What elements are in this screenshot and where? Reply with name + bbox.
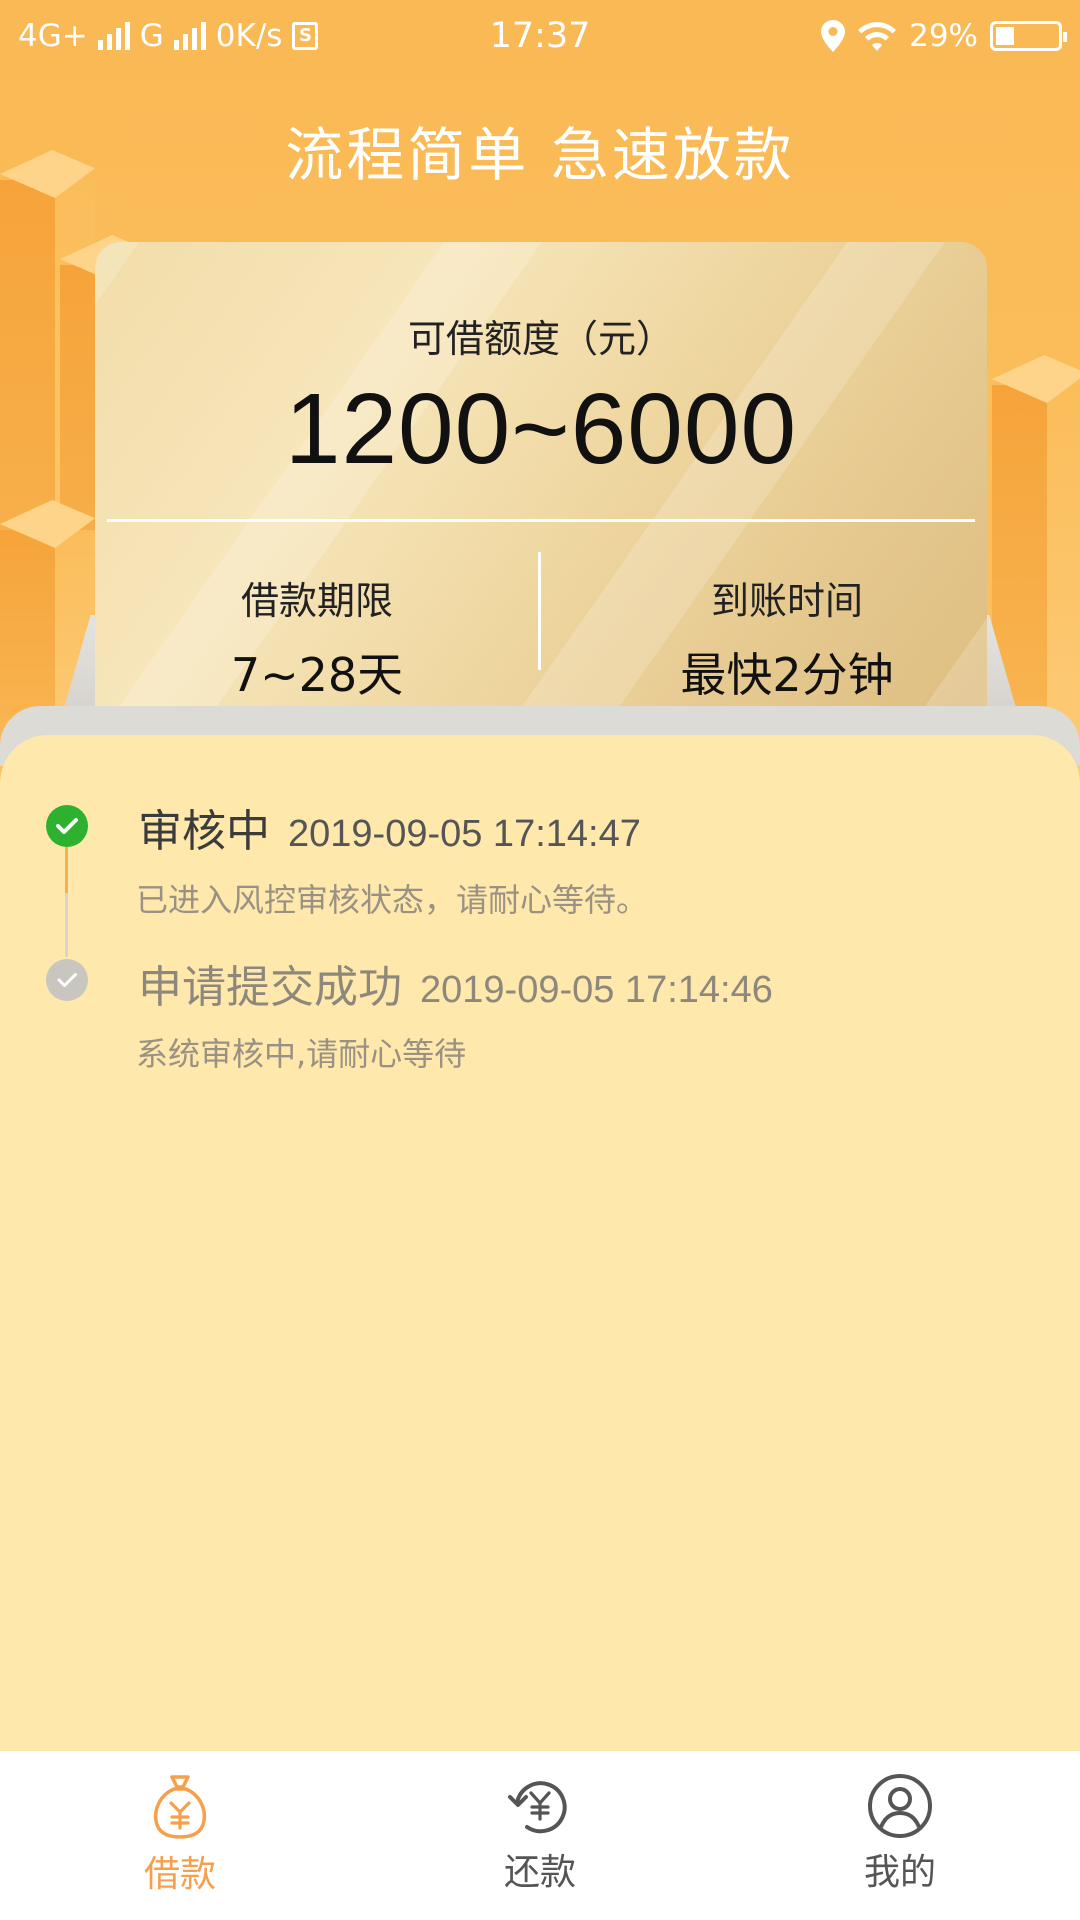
status-bar: 4G+ G 0K/s S 17:37 29% xyxy=(0,0,1080,72)
check-icon xyxy=(46,805,88,847)
status-sheet: 审核中 2019-09-05 17:14:47 已进入风控审核状态，请耐心等待。… xyxy=(0,735,1080,1751)
credit-limit-label: 可借额度（元） xyxy=(407,317,674,361)
tab-loan[interactable]: 借款 xyxy=(0,1751,360,1920)
arrival-time-label: 到账时间 xyxy=(710,579,863,623)
loan-term-value: 7~28天 xyxy=(230,648,404,702)
profile-icon xyxy=(868,1774,932,1838)
page-title: 流程简单 急速放款 xyxy=(285,121,795,189)
money-bag-icon xyxy=(153,1775,207,1839)
timeline-desc: 系统审核中,请耐心等待 xyxy=(136,1035,467,1073)
card-divider-vertical xyxy=(538,552,541,670)
tab-profile[interactable]: 我的 xyxy=(720,1751,1080,1920)
tab-loan-label: 借款 xyxy=(143,1854,216,1895)
bottom-tab-bar: 借款 还款 我的 xyxy=(0,1751,1080,1920)
timeline-title: 申请提交成功 xyxy=(138,962,402,1013)
tab-repay[interactable]: 还款 xyxy=(360,1751,720,1920)
tab-profile-label: 我的 xyxy=(863,1852,936,1893)
loan-term: 借款期限 7~28天 xyxy=(127,570,507,705)
credit-card: 可借额度（元） 1200~6000 借款期限 7~28天 到账时间 最快2分钟 xyxy=(95,242,987,712)
credit-limit-amount: 1200~6000 xyxy=(284,373,798,485)
timeline-line xyxy=(65,841,68,893)
loan-term-label: 借款期限 xyxy=(240,579,393,623)
location-icon xyxy=(821,20,846,52)
check-icon xyxy=(46,959,88,1001)
tab-repay-label: 还款 xyxy=(503,1852,576,1893)
arrival-time-value: 最快2分钟 xyxy=(680,648,894,702)
timeline-line xyxy=(65,893,68,957)
timeline-desc: 已进入风控审核状态，请耐心等待。 xyxy=(136,881,649,919)
battery-percent: 29% xyxy=(909,18,978,54)
wifi-icon xyxy=(858,22,897,51)
timeline-time: 2019-09-05 17:14:46 xyxy=(420,969,773,1011)
repay-icon xyxy=(508,1781,567,1834)
timeline-time: 2019-09-05 17:14:47 xyxy=(288,813,641,855)
arrival-time: 到账时间 最快2分钟 xyxy=(597,570,977,705)
timeline-title: 审核中 xyxy=(138,806,270,857)
card-divider xyxy=(107,519,975,522)
battery-icon xyxy=(990,21,1067,51)
